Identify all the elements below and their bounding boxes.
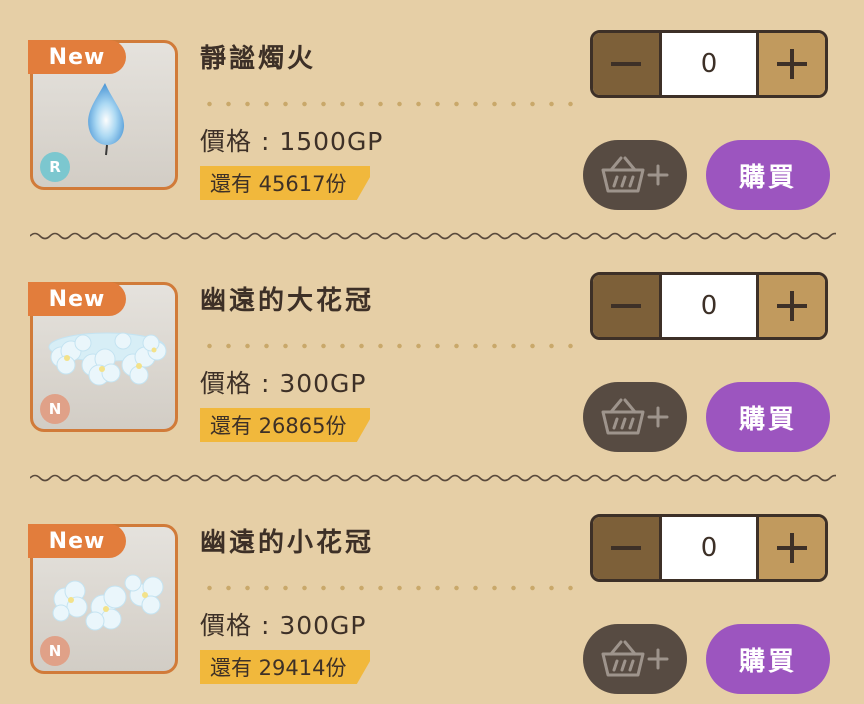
stock-tag: 還有 45617份 bbox=[200, 166, 371, 200]
new-badge: New bbox=[28, 40, 126, 74]
plus-icon bbox=[777, 291, 807, 321]
rarity-badge: R bbox=[40, 152, 70, 182]
item-name: 幽遠的大花冠 bbox=[200, 286, 375, 316]
increase-button[interactable] bbox=[756, 33, 825, 95]
buy-button[interactable]: 購買 bbox=[706, 624, 830, 694]
decrease-button[interactable] bbox=[593, 517, 662, 579]
increase-button[interactable] bbox=[756, 517, 825, 579]
plus-icon bbox=[777, 533, 807, 563]
minus-icon bbox=[611, 546, 641, 550]
buy-button[interactable]: 購買 bbox=[706, 382, 830, 452]
quantity-field[interactable]: 0 bbox=[662, 33, 756, 95]
item-name: 幽遠的小花冠 bbox=[200, 528, 375, 558]
basket-add-icon bbox=[601, 156, 669, 193]
decrease-button[interactable] bbox=[593, 275, 662, 337]
quantity-stepper: 0 bbox=[590, 514, 828, 582]
wavy-divider bbox=[30, 474, 836, 482]
add-to-cart-button[interactable] bbox=[583, 624, 687, 694]
wavy-divider bbox=[30, 232, 836, 240]
rarity-badge: N bbox=[40, 394, 70, 424]
quantity-field[interactable]: 0 bbox=[662, 275, 756, 337]
shop-item-1: New R 靜謐燭火 價格 : 1500GP 還有 45617份 0 購買 bbox=[0, 0, 864, 220]
add-to-cart-button[interactable] bbox=[583, 382, 687, 452]
dotted-divider bbox=[200, 584, 576, 592]
dotted-divider bbox=[200, 342, 576, 350]
item-price: 價格 : 1500GP bbox=[200, 127, 384, 156]
rarity-badge: N bbox=[40, 636, 70, 666]
shop-item-3: New N 幽遠的小花冠 價格 : 300GP 還有 29414份 0 購買 bbox=[0, 484, 864, 704]
quantity-stepper: 0 bbox=[590, 30, 828, 98]
item-price: 價格 : 300GP bbox=[200, 369, 367, 398]
basket-add-icon bbox=[601, 640, 669, 677]
buy-button[interactable]: 購買 bbox=[706, 140, 830, 210]
decrease-button[interactable] bbox=[593, 33, 662, 95]
basket-add-icon bbox=[601, 398, 669, 435]
shop-item-2: New N 幽遠的大花冠 價格 : 300GP 還有 26865份 0 購買 bbox=[0, 242, 864, 462]
quantity-stepper: 0 bbox=[590, 272, 828, 340]
minus-icon bbox=[611, 62, 641, 66]
new-badge: New bbox=[28, 282, 126, 316]
stock-tag: 還有 26865份 bbox=[200, 408, 371, 442]
new-badge: New bbox=[28, 524, 126, 558]
increase-button[interactable] bbox=[756, 275, 825, 337]
add-to-cart-button[interactable] bbox=[583, 140, 687, 210]
plus-icon bbox=[777, 49, 807, 79]
item-price: 價格 : 300GP bbox=[200, 611, 367, 640]
dotted-divider bbox=[200, 100, 576, 108]
minus-icon bbox=[611, 304, 641, 308]
quantity-field[interactable]: 0 bbox=[662, 517, 756, 579]
item-name: 靜謐燭火 bbox=[200, 44, 317, 74]
stock-tag: 還有 29414份 bbox=[200, 650, 371, 684]
